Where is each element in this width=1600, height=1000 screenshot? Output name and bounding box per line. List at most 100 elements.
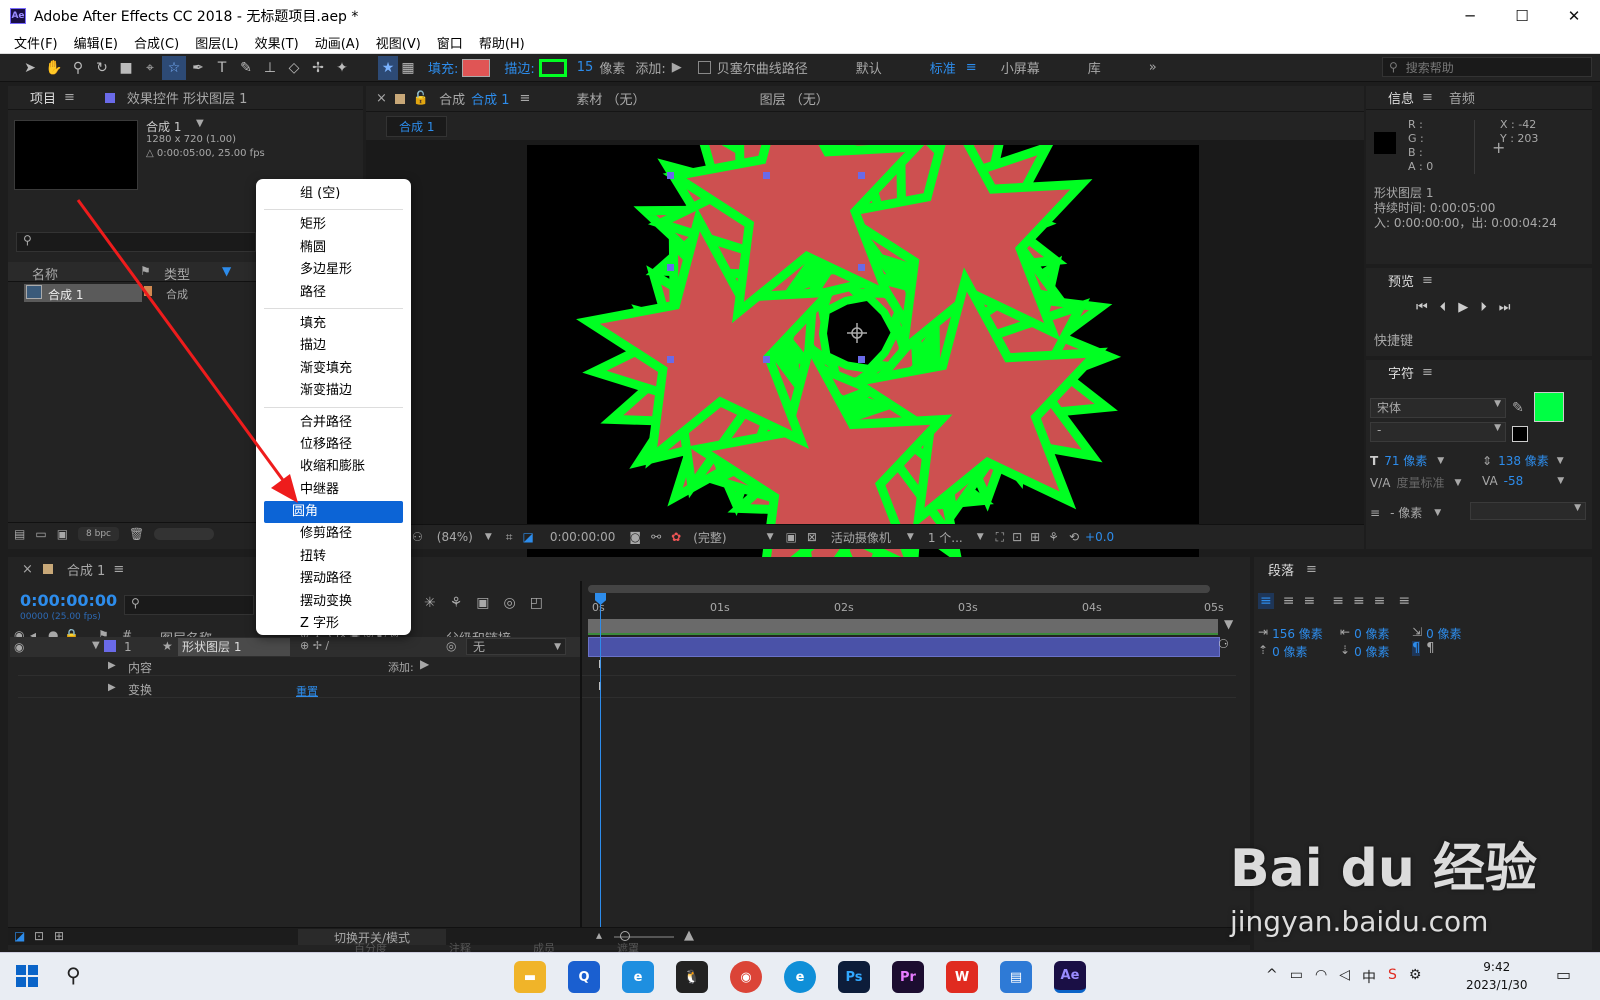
- workspace-default[interactable]: 默认: [856, 58, 882, 77]
- type-tool-icon[interactable]: T: [210, 56, 234, 80]
- panel-menu-icon[interactable]: ≡: [1422, 273, 1433, 288]
- indent-right-value[interactable]: 0 像素: [1354, 625, 1389, 642]
- file-explorer-icon[interactable]: ▬: [514, 961, 546, 993]
- menu-item-3-1[interactable]: 位移路径: [264, 434, 403, 456]
- panel-menu-icon[interactable]: ≡: [1422, 365, 1433, 380]
- exposure-value[interactable]: +0.0: [1085, 530, 1114, 544]
- menu-item-2-0[interactable]: 填充: [264, 313, 403, 335]
- fast-previews-icon[interactable]: ▣: [786, 530, 797, 544]
- close-button[interactable]: ✕: [1548, 0, 1600, 32]
- pick-whip-icon[interactable]: ◎: [446, 639, 456, 653]
- menu-item-3-0[interactable]: 合并路径: [264, 412, 403, 434]
- stroke-width-value[interactable]: 15: [577, 60, 594, 75]
- menu-view[interactable]: 视图(V): [368, 33, 429, 52]
- camera-dropdown-icon[interactable]: ▼: [907, 532, 914, 542]
- previous-frame-icon[interactable]: ⏴: [1440, 300, 1447, 315]
- wifi-icon[interactable]: ◠: [1315, 967, 1327, 987]
- menu-item-3-2[interactable]: 收缩和膨胀: [264, 456, 403, 478]
- project-item-comp[interactable]: 合成 1: [24, 284, 142, 302]
- brush-tool-icon[interactable]: ✎: [234, 56, 258, 80]
- volume-icon[interactable]: ◁: [1339, 967, 1350, 987]
- tab-project[interactable]: 项目: [30, 88, 56, 107]
- indent-first-value[interactable]: 0 像素: [1426, 625, 1461, 642]
- transparency-grid-icon[interactable]: ⊠: [807, 530, 817, 544]
- menu-item-2-1[interactable]: 描边: [264, 335, 403, 357]
- sogou-ime-icon[interactable]: S: [1388, 967, 1397, 987]
- space-after-value[interactable]: 0 像素: [1354, 643, 1389, 660]
- zoom-tool-icon[interactable]: ⚲: [66, 56, 90, 80]
- reset-exposure-icon[interactable]: ⟲: [1069, 530, 1079, 544]
- visibility-eye-icon[interactable]: ◉: [14, 640, 24, 654]
- help-search[interactable]: ⚲ 搜索帮助: [1382, 57, 1592, 77]
- stroke-width-value[interactable]: - 像素: [1390, 504, 1422, 521]
- workspace-libraries[interactable]: 库: [1088, 58, 1101, 77]
- in-out-toggle-icon[interactable]: ⊞: [54, 929, 64, 943]
- timeline-timecode[interactable]: 0:00:00:00: [20, 591, 117, 610]
- justify-center-icon[interactable]: ≡: [1353, 593, 1365, 609]
- zoom-level[interactable]: (84%): [437, 530, 473, 544]
- menu-item-3-8[interactable]: 摆动变换: [264, 591, 403, 613]
- tab-mask[interactable]: 遮罩: [617, 940, 639, 952]
- resolution-dropdown-icon[interactable]: ▼: [767, 532, 774, 542]
- menu-item-3-5[interactable]: 修剪路径: [264, 523, 403, 545]
- justify-right-icon[interactable]: ≡: [1374, 593, 1386, 609]
- bpc-toggle[interactable]: 8 bpc: [78, 526, 119, 541]
- comp-button-icon[interactable]: ⚆: [1218, 637, 1229, 651]
- puppet-pin-tool-icon[interactable]: ✦: [330, 56, 354, 80]
- layer-row[interactable]: ◉ ▼ 1 ★ 形状图层 1 ⊕ ✢ ∕ ◎ 无 ▼: [10, 637, 580, 657]
- taskbar-search-icon[interactable]: ⚲: [66, 963, 81, 987]
- menu-item-3-6[interactable]: 扭转: [264, 546, 403, 568]
- comp-name[interactable]: 合成 1: [146, 118, 181, 135]
- pen-tool-icon[interactable]: ✒: [186, 56, 210, 80]
- col-type[interactable]: 类型: [164, 264, 190, 283]
- layer-switches-toggle-icon[interactable]: ◪: [14, 929, 25, 943]
- pan-behind-tool-icon[interactable]: ⌖: [138, 56, 162, 80]
- chevron-down-icon[interactable]: ▼: [1454, 478, 1461, 488]
- grid-icon[interactable]: ⌗: [506, 530, 513, 545]
- last-frame-icon[interactable]: ⏭: [1499, 300, 1511, 315]
- star-tool-icon[interactable]: ☆: [162, 55, 186, 80]
- after-effects-taskbar-icon[interactable]: Ae: [1054, 961, 1086, 993]
- tab-audio[interactable]: 音频: [1449, 88, 1475, 107]
- font-size-value[interactable]: 71 像素: [1384, 452, 1427, 469]
- contents-group[interactable]: 内容: [128, 659, 152, 676]
- channel-icon[interactable]: ✿: [671, 530, 681, 544]
- maximize-button[interactable]: ☐: [1496, 0, 1548, 32]
- edge-icon[interactable]: e: [784, 961, 816, 993]
- menu-animation[interactable]: 动画(A): [307, 33, 368, 52]
- menu-item-1-2[interactable]: 多边星形: [264, 259, 403, 281]
- menu-item-3-4[interactable]: 圆角: [264, 501, 403, 524]
- project-search-input[interactable]: ⚲: [16, 232, 256, 252]
- menu-item-3-3[interactable]: 中继器: [264, 479, 403, 501]
- motion-blur-icon[interactable]: ◎: [504, 595, 516, 611]
- modes-toggle-icon[interactable]: ⊡: [34, 929, 44, 943]
- tab-composition-name[interactable]: 合成 1: [471, 89, 509, 108]
- menu-help[interactable]: 帮助(H): [471, 33, 533, 52]
- fill-color-swatch[interactable]: [462, 58, 491, 77]
- layer-switches[interactable]: ⊕ ✢ ∕: [300, 639, 329, 652]
- menu-item-3-9[interactable]: Z 字形: [264, 613, 403, 635]
- menu-layer[interactable]: 图层(L): [187, 33, 246, 52]
- first-frame-icon[interactable]: ⏮: [1416, 300, 1428, 315]
- expand-arrow-icon[interactable]: ▶: [108, 660, 116, 671]
- minimize-button[interactable]: ─: [1444, 0, 1496, 32]
- tracking-value[interactable]: -58: [1504, 474, 1524, 488]
- menu-effect[interactable]: 效果(T): [247, 33, 307, 52]
- timeline-tab[interactable]: 合成 1: [67, 560, 105, 579]
- camera-select[interactable]: 活动摄像机: [831, 529, 891, 546]
- expand-arrow-icon[interactable]: ▶: [108, 682, 116, 693]
- graph-editor-icon[interactable]: ◰: [530, 595, 543, 611]
- menu-file[interactable]: 文件(F): [6, 33, 66, 52]
- paragraph-title[interactable]: 段落: [1268, 560, 1294, 579]
- notepad-icon[interactable]: ▤: [1000, 961, 1032, 993]
- stroke-color-swatch[interactable]: [538, 58, 567, 77]
- stroke-style-select[interactable]: ▼: [1470, 502, 1586, 520]
- comp-dropdown-icon[interactable]: ▼: [196, 118, 204, 129]
- eraser-tool-icon[interactable]: ◇: [282, 56, 306, 80]
- chrome-icon[interactable]: ◉: [730, 961, 762, 993]
- align-center-icon[interactable]: ≡: [1283, 593, 1295, 609]
- region-of-interest-icon[interactable]: ◪: [523, 530, 534, 544]
- delete-icon[interactable]: 🗑: [129, 527, 144, 541]
- timeline-search-input[interactable]: ⚲: [124, 595, 254, 615]
- tool-creates-shape-icon[interactable]: ★: [378, 55, 398, 80]
